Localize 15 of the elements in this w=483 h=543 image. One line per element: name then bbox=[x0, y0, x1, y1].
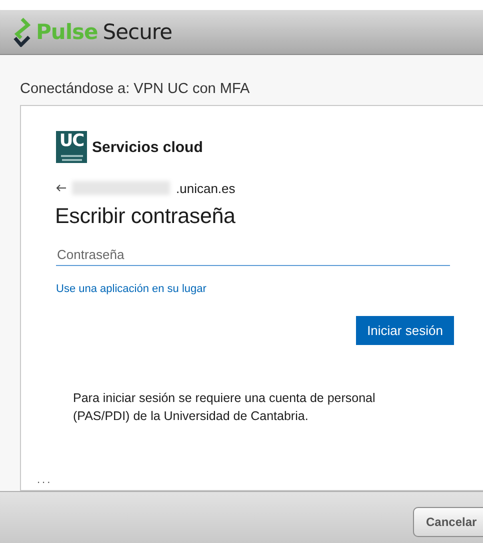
university-logo: UC bbox=[56, 131, 87, 163]
organization-name: Servicios cloud bbox=[92, 138, 203, 156]
use-app-link[interactable]: Use una aplicación en su lugar bbox=[56, 283, 206, 295]
brand-name: Secure bbox=[102, 20, 172, 44]
connecting-label: Conectándose a: VPN UC con MFA bbox=[19, 80, 251, 99]
logo-icon bbox=[12, 17, 32, 47]
more-options[interactable]: ... bbox=[37, 474, 52, 486]
account-email: .unican.es bbox=[176, 180, 236, 196]
sign-in-button[interactable]: Iniciar sesión bbox=[356, 316, 454, 345]
brand-name: Pulse bbox=[36, 20, 98, 44]
cancel-button[interactable]: Cancelar bbox=[413, 507, 483, 537]
back-arrow-icon[interactable] bbox=[56, 184, 66, 192]
password-field[interactable]: Contraseña bbox=[56, 243, 450, 266]
notice-text: Para iniciar sesión se requiere una cuenta de personal (PAS/PDI) de la Universidad de Cantabria. bbox=[73, 390, 376, 425]
page-heading: Escribir contraseña bbox=[55, 204, 236, 229]
